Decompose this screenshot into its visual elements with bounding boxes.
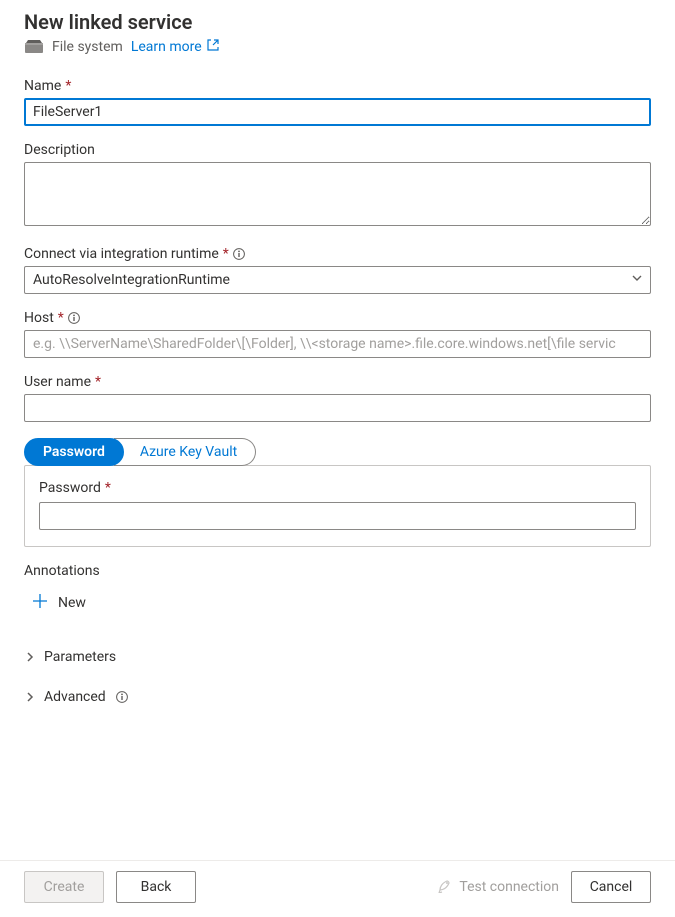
info-icon[interactable] bbox=[116, 691, 128, 703]
plus-icon bbox=[32, 593, 48, 613]
username-input[interactable] bbox=[24, 394, 651, 422]
learn-more-link[interactable]: Learn more bbox=[131, 38, 220, 56]
name-field-group: Name * bbox=[24, 78, 651, 126]
password-input[interactable] bbox=[39, 502, 636, 530]
chevron-right-icon bbox=[24, 691, 36, 703]
required-asterisk: * bbox=[223, 246, 229, 262]
credential-section: Password Azure Key Vault Password * bbox=[24, 438, 651, 547]
annotations-section: Annotations New bbox=[24, 563, 651, 617]
subtitle-row: File system Learn more bbox=[24, 38, 651, 56]
host-input[interactable] bbox=[24, 330, 651, 358]
credential-box: Password * bbox=[24, 465, 651, 547]
page-title: New linked service bbox=[24, 10, 651, 34]
description-textarea[interactable] bbox=[24, 162, 651, 226]
runtime-field-group: Connect via integration runtime * AutoRe… bbox=[24, 246, 651, 294]
parameters-label: Parameters bbox=[44, 649, 116, 665]
description-field-group: Description bbox=[24, 142, 651, 230]
name-label: Name bbox=[24, 78, 61, 94]
annotations-heading: Annotations bbox=[24, 563, 651, 579]
learn-more-label: Learn more bbox=[131, 39, 202, 55]
advanced-label: Advanced bbox=[44, 689, 106, 705]
required-asterisk: * bbox=[58, 310, 64, 326]
external-link-icon bbox=[206, 38, 220, 56]
tab-azure-key-vault[interactable]: Azure Key Vault bbox=[114, 438, 256, 466]
info-icon[interactable] bbox=[68, 312, 80, 324]
create-button[interactable]: Create bbox=[24, 871, 104, 903]
add-annotation-button[interactable]: New bbox=[30, 589, 88, 617]
runtime-label: Connect via integration runtime bbox=[24, 246, 219, 262]
test-connection-button[interactable]: Test connection bbox=[437, 877, 559, 897]
tab-password[interactable]: Password bbox=[24, 438, 124, 466]
username-label: User name bbox=[24, 374, 91, 390]
file-system-icon bbox=[24, 40, 44, 54]
test-connection-label: Test connection bbox=[459, 879, 559, 895]
required-asterisk: * bbox=[95, 374, 101, 390]
subtitle-type-label: File system bbox=[52, 39, 123, 55]
required-asterisk: * bbox=[105, 480, 111, 496]
username-field-group: User name * bbox=[24, 374, 651, 422]
chevron-right-icon bbox=[24, 651, 36, 663]
add-annotation-label: New bbox=[58, 595, 86, 611]
back-button[interactable]: Back bbox=[116, 871, 196, 903]
password-label: Password bbox=[39, 480, 101, 496]
host-label: Host bbox=[24, 310, 54, 326]
required-asterisk: * bbox=[65, 78, 71, 94]
info-icon[interactable] bbox=[233, 248, 245, 260]
credential-type-toggle: Password Azure Key Vault bbox=[24, 438, 256, 466]
cancel-button[interactable]: Cancel bbox=[571, 871, 651, 903]
advanced-section-toggle[interactable]: Advanced bbox=[24, 685, 651, 709]
runtime-select[interactable]: AutoResolveIntegrationRuntime bbox=[24, 266, 651, 294]
name-input[interactable] bbox=[24, 98, 651, 126]
parameters-section-toggle[interactable]: Parameters bbox=[24, 645, 651, 669]
footer-bar: Create Back Test connection Cancel bbox=[0, 860, 675, 917]
host-field-group: Host * bbox=[24, 310, 651, 358]
rocket-icon bbox=[437, 877, 453, 897]
description-label: Description bbox=[24, 142, 95, 158]
